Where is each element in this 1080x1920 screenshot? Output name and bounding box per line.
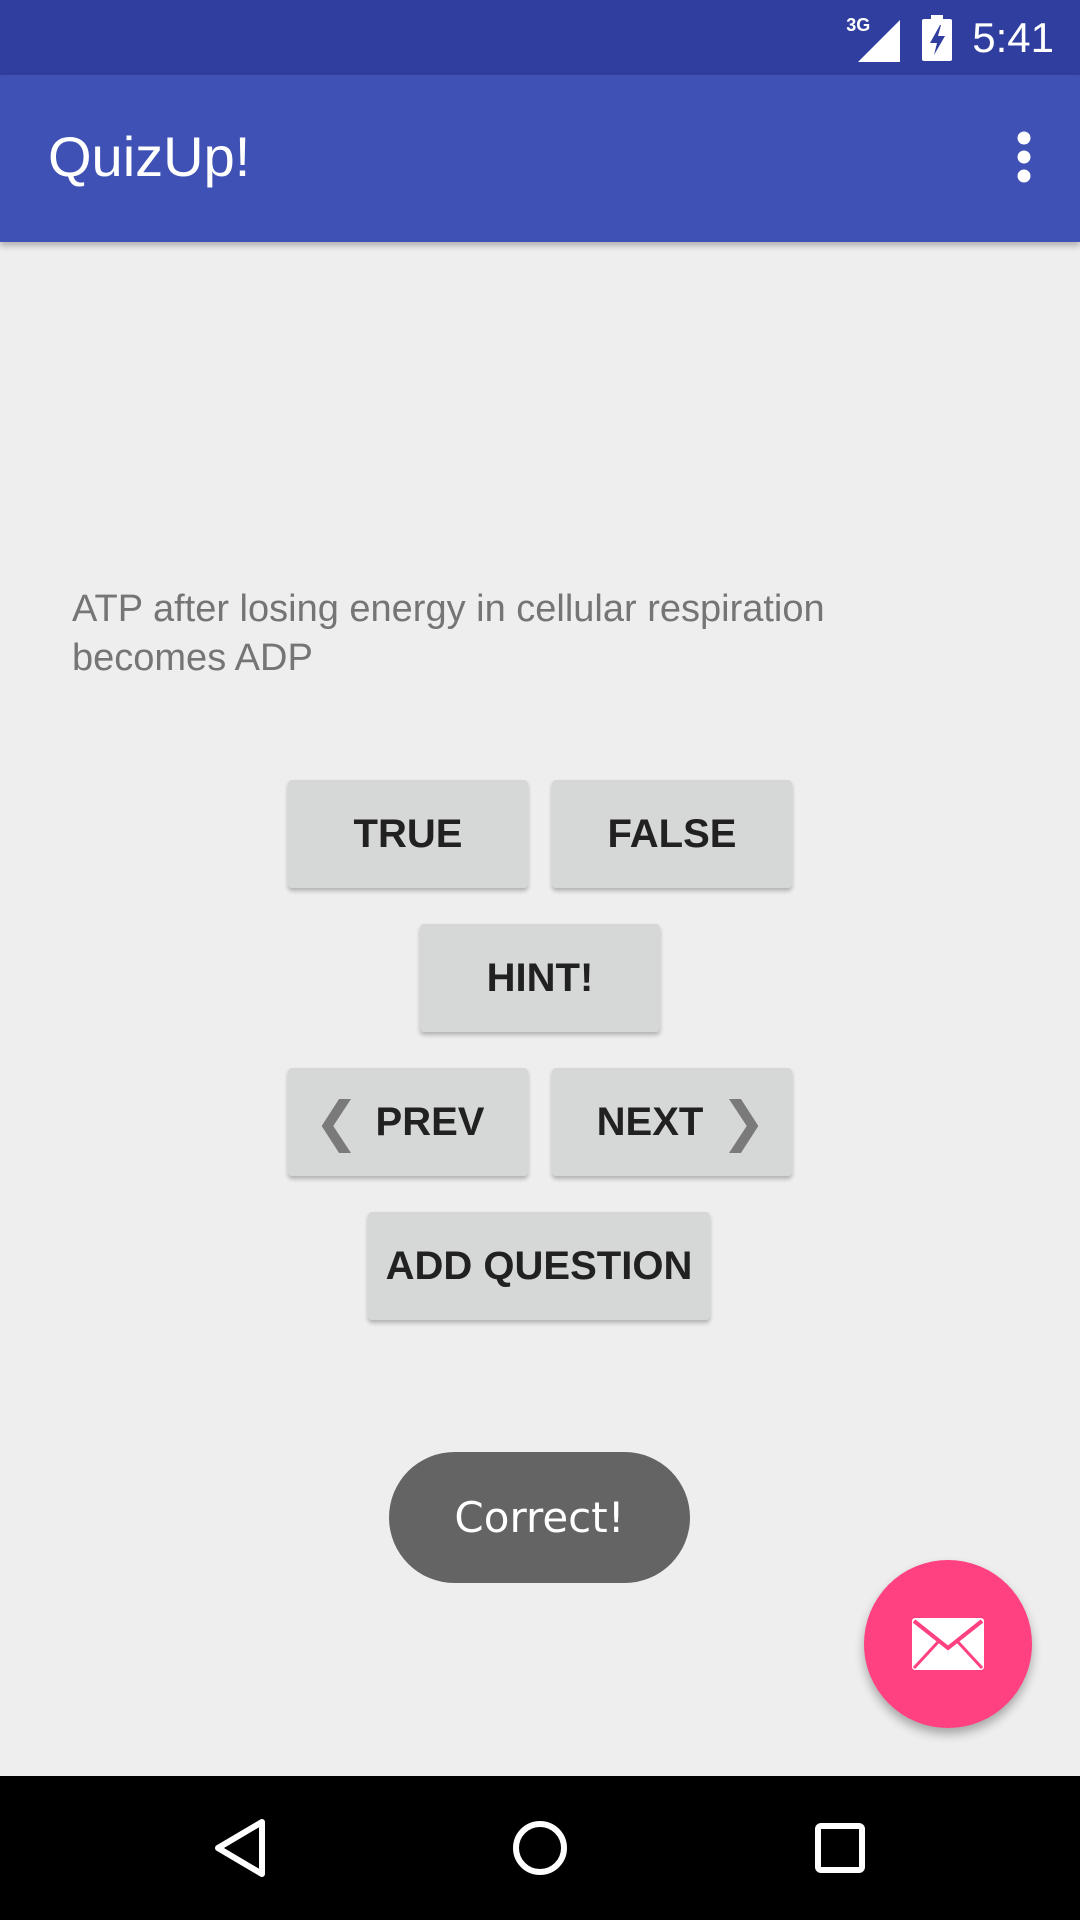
quiz-screen: 3G 5:41 QuizUp! ATP after losing energy … bbox=[0, 0, 1080, 1920]
question-text: ATP after losing energy in cellular resp… bbox=[72, 588, 825, 679]
navigation-bar bbox=[0, 1776, 1080, 1920]
prev-button-label: PREV bbox=[375, 1099, 485, 1144]
add-question-button[interactable]: ADD QUESTION bbox=[368, 1212, 710, 1320]
true-button[interactable]: TRUE bbox=[288, 780, 528, 888]
status-icons: 3G 5:41 bbox=[846, 10, 1054, 66]
status-bar: 3G 5:41 bbox=[0, 0, 1080, 75]
next-button-label: NEXT bbox=[596, 1099, 704, 1144]
email-fab[interactable] bbox=[864, 1560, 1032, 1728]
clock: 5:41 bbox=[972, 14, 1054, 61]
toast-message: Correct! bbox=[389, 1452, 690, 1583]
app-title: QuizUp! bbox=[48, 125, 251, 188]
back-button[interactable] bbox=[204, 1812, 276, 1884]
back-icon bbox=[215, 1819, 265, 1877]
signal-indicator: 3G bbox=[846, 14, 902, 62]
home-icon bbox=[513, 1821, 567, 1875]
recents-icon bbox=[815, 1823, 865, 1873]
false-button[interactable]: FALSE bbox=[552, 780, 792, 888]
app-bar: QuizUp! bbox=[0, 75, 1080, 242]
hint-button[interactable]: HINT! bbox=[420, 924, 660, 1032]
chevron-right-icon: ❯ bbox=[720, 1092, 766, 1152]
next-button[interactable]: NEXT ❯ bbox=[552, 1068, 792, 1176]
battery-charging-icon bbox=[922, 15, 953, 61]
recents-button[interactable] bbox=[804, 1812, 876, 1884]
prev-button[interactable]: ❮ PREV bbox=[288, 1068, 528, 1176]
chevron-left-icon: ❮ bbox=[314, 1092, 360, 1152]
more-vert-icon bbox=[1017, 131, 1031, 183]
signal-icon bbox=[858, 20, 901, 62]
overflow-menu-button[interactable] bbox=[992, 125, 1056, 189]
email-icon bbox=[912, 1618, 984, 1670]
home-button[interactable] bbox=[504, 1812, 576, 1884]
